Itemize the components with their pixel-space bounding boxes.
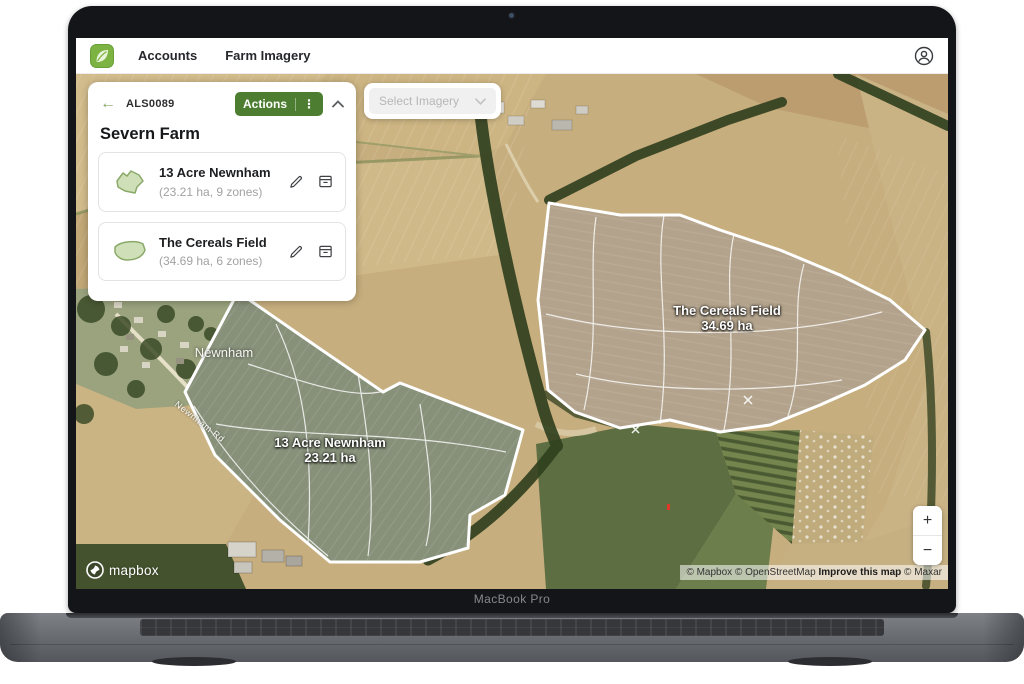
edit-pencil-icon[interactable] [289,174,304,189]
farm-name-title: Severn Farm [88,118,356,152]
leaf-logo-icon[interactable] [90,44,114,68]
laptop-hinge [66,613,958,618]
collapse-panel-button[interactable] [332,100,344,108]
app-top-bar: Accounts Farm Imagery [76,38,948,74]
edit-pencil-icon[interactable] [289,244,304,259]
field-meta: (34.69 ha, 6 zones) [159,254,262,268]
mapbox-wordmark: mapbox [109,563,159,578]
laptop-foot-left [152,657,236,666]
user-account-icon[interactable] [914,46,934,66]
mapbox-logo[interactable]: mapbox [86,561,159,579]
account-id: ALS0089 [126,98,175,110]
imagery-select-placeholder: Select Imagery [379,94,459,108]
map-attribution: © Mapbox © OpenStreetMap Improve this ma… [680,565,948,580]
nav-item-farm-imagery[interactable]: Farm Imagery [225,48,310,63]
actions-button-label: Actions [243,97,287,111]
archive-box-icon[interactable] [318,174,333,189]
map-label-cereals-area: 34.69 ha [673,318,781,333]
map-red-marker [667,504,670,510]
field-card-cereals[interactable]: The Cereals Field (34.69 ha, 6 zones) [98,222,346,282]
field-name: The Cereals Field [159,235,267,250]
field-meta: (23.21 ha, 9 zones) [159,185,262,199]
laptop-base-seam [10,644,1014,645]
improve-this-map-link[interactable]: Improve this map [818,567,901,578]
attribution-text: © Mapbox © OpenStreetMap [686,567,818,578]
actions-button-divider [295,98,296,111]
map-label-cereals: The Cereals Field 34.69 ha [673,303,781,333]
farm-panel-header: ← ALS0089 Actions ⋮ [88,82,356,118]
field-card-text: 13 Acre Newnham (23.21 ha, 9 zones) [159,163,279,201]
macbook-pro-label: MacBook Pro [68,592,956,606]
attribution-suffix: © Maxar [901,567,942,578]
map-label-newnham-area: 23.21 ha [274,450,386,465]
place-label-newnham: Newnham [195,345,254,360]
screenshot-stage: The Cereals Field 34.69 ha 13 Acre Newnh… [0,0,1024,684]
back-arrow-button[interactable]: ← [100,96,116,112]
zoom-in-button[interactable]: + [913,506,942,535]
mapbox-icon [86,561,104,579]
map-label-newnham: 13 Acre Newnham 23.21 ha [274,435,386,465]
chevron-down-icon [475,98,486,105]
field-shape-icon [111,167,149,197]
map-zoom-control: + − [913,506,942,565]
webcam-dot [509,13,514,18]
imagery-select[interactable]: Select Imagery [369,88,496,114]
chevron-up-icon [332,100,344,108]
app-screen: The Cereals Field 34.69 ha 13 Acre Newnh… [76,38,948,589]
field-name: 13 Acre Newnham [159,165,271,180]
field-card-newnham[interactable]: 13 Acre Newnham (23.21 ha, 9 zones) [98,152,346,212]
kebab-menu-icon: ⋮ [303,98,315,110]
zoom-out-button[interactable]: − [913,536,942,565]
field-card-text: The Cereals Field (34.69 ha, 6 zones) [159,233,279,271]
map-label-newnham-name: 13 Acre Newnham [274,435,386,450]
farm-panel: ← ALS0089 Actions ⋮ Severn Farm 13 Acre … [88,82,356,301]
imagery-select-card: Select Imagery [364,83,501,119]
archive-box-icon[interactable] [318,244,333,259]
laptop-foot-right [788,657,872,666]
nav-item-accounts[interactable]: Accounts [138,48,197,63]
field-shape-icon [111,236,149,266]
laptop-keyboard [140,619,884,636]
map-label-cereals-name: The Cereals Field [673,303,781,318]
actions-button[interactable]: Actions ⋮ [235,92,323,116]
